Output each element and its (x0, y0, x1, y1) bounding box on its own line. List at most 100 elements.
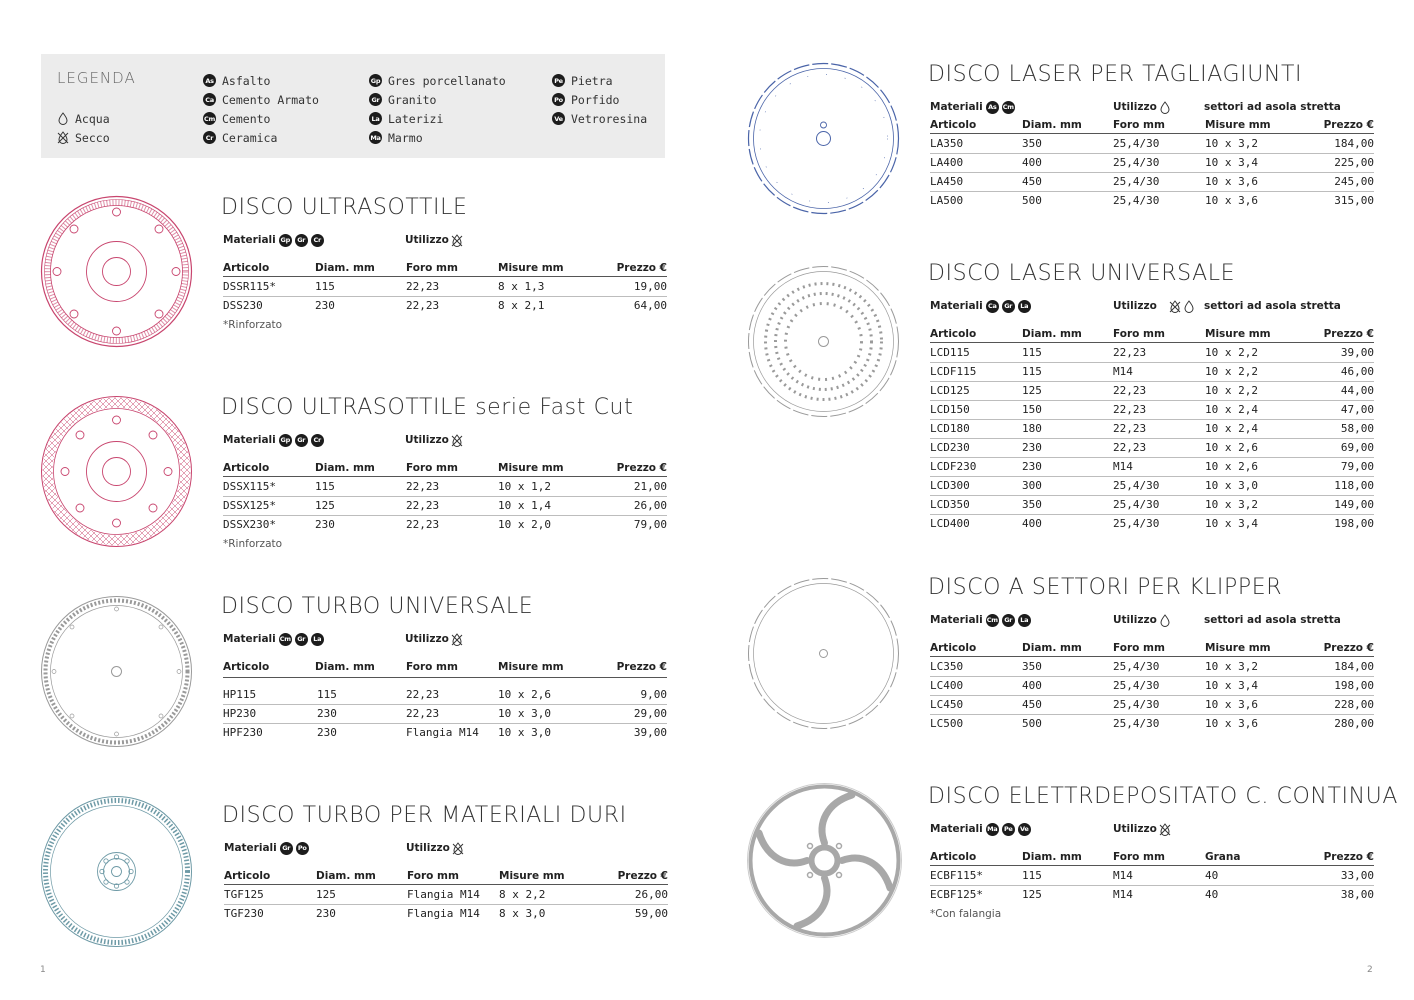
table-header-cell: Diam. mm (1022, 328, 1082, 340)
legend-item-water: Acqua (57, 109, 110, 128)
material-badge-icon: Gr (279, 841, 293, 855)
material-badge-icon: Po (552, 93, 565, 106)
field-label: Utilizzo (1113, 101, 1157, 113)
table-cell: 22,23 (406, 707, 440, 720)
table-header-cell: Foro mm (1113, 642, 1165, 654)
table-cell: LCD400 (930, 517, 970, 530)
table-cell: 22,23 (406, 299, 440, 312)
table-row: LA350 350 25,4/30 10 x 3,2 184,00 (930, 135, 1374, 154)
table-cell: LA350 (930, 137, 964, 150)
disc-elettrodepositato-image (747, 783, 902, 938)
table-cell: 184,00 (1334, 660, 1374, 673)
table-cell: 125 (316, 888, 336, 901)
table-cell: 25,4/30 (1113, 479, 1160, 492)
table-cell: 40 (1205, 869, 1219, 882)
table-cell: 8 x 2,2 (499, 888, 546, 901)
table-header-cell: Foro mm (406, 661, 458, 673)
table-header: Articolo Diam. mm Foro mm Misure mm Prez… (223, 660, 667, 678)
table-header-cell: Articolo (223, 661, 270, 673)
disc-laser-universale-image (748, 266, 899, 417)
table-cell: 230 (317, 707, 337, 720)
table-cell: LA450 (930, 175, 964, 188)
table-header-cell: Misure mm (498, 262, 564, 274)
table-cell: 10 x 2,2 (1205, 365, 1258, 378)
table-row: DSSX115* 115 22,23 10 x 1,2 21,00 (223, 478, 667, 497)
table-cell: 25,4/30 (1113, 679, 1160, 692)
section-title: DISCO ELETTRDEPOSITATO C. CONTINUA (928, 784, 1399, 809)
legend-material-label: Pietra (571, 73, 613, 88)
table-cell: 10 x 3,4 (1205, 517, 1258, 530)
table-row: LCDF230 230 M14 10 x 2,6 79,00 (930, 458, 1374, 477)
table-cell: 350 (1022, 137, 1042, 150)
table-cell: 39,00 (633, 726, 667, 739)
table-header-cell: Foro mm (406, 462, 458, 474)
table-cell: 10 x 3,4 (1205, 156, 1258, 169)
legend-material-label: Cemento Armato (222, 92, 319, 107)
product-section: DISCO ELETTRDEPOSITATO C. CONTINUA Mater… (928, 784, 1397, 924)
material-badge-icon: Gp (278, 233, 292, 247)
water-drop-icon (1159, 100, 1171, 114)
table-cell: 115 (315, 280, 335, 293)
table-cell: LCDF230 (930, 460, 977, 473)
table-cell: DSS230 (223, 299, 263, 312)
table-cell: 25,4/30 (1113, 717, 1160, 730)
materials-line: Materiali Cm Gr La (930, 612, 1031, 628)
legend-material: Gp Gres porcellanato (369, 71, 506, 90)
table-row: LC400 400 25,4/30 10 x 3,4 198,00 (930, 677, 1374, 696)
table-cell: LCD125 (930, 384, 970, 397)
table-cell: 150 (1022, 403, 1042, 416)
table-header-cell: Foro mm (1113, 119, 1165, 131)
table-row: DSSX230* 230 22,23 10 x 2,0 79,00 (223, 516, 667, 535)
table-cell: 115 (1022, 346, 1042, 359)
legend-materials-column-1: As Asfalto Ca Cemento Armato Cm Cemento Cr C… (203, 71, 319, 147)
table-row: TGF230 230 Flangia M14 8 x 3,0 59,00 (224, 905, 668, 924)
table-header-cell: Diam. mm (1022, 119, 1082, 131)
table-cell: 19,00 (633, 280, 667, 293)
dry-crossed-drop-icon (451, 632, 463, 646)
table-row: HPF230 230 Flangia M14 10 x 3,0 39,00 (223, 724, 667, 743)
table-row: DSS230 230 22,23 8 x 2,1 64,00 (223, 297, 667, 316)
table-cell: 10 x 3,4 (1205, 679, 1258, 692)
table-row: LCD300 300 25,4/30 10 x 3,0 118,00 (930, 477, 1374, 496)
table-cell: 22,23 (406, 518, 440, 531)
disc-fast-cut-image (41, 396, 192, 547)
table-cell: 22,23 (1113, 384, 1147, 397)
usage-line: Utilizzo (1113, 298, 1195, 314)
table-cell: 315,00 (1334, 194, 1374, 207)
table-header-cell: Misure mm (1205, 642, 1271, 654)
table-header-cell: Prezzo € (1323, 328, 1374, 340)
legend-material: Pe Pietra (552, 71, 647, 90)
table-cell: 450 (1022, 698, 1042, 711)
table-cell: 22,23 (1113, 346, 1147, 359)
material-badge-icon: Cm (203, 112, 216, 125)
section-title: DISCO ULTRASOTTILE serie Fast Cut (221, 395, 634, 420)
water-drop-icon (1159, 613, 1171, 627)
material-badge-icon: La (1017, 613, 1031, 627)
product-section: DISCO LASER UNIVERSALE Materiali Ca Gr L… (928, 261, 1374, 541)
table-cell: 149,00 (1334, 498, 1374, 511)
water-drop-icon (1183, 299, 1195, 313)
dry-crossed-drop-icon (57, 131, 69, 145)
table-cell: 25,4/30 (1113, 156, 1160, 169)
table-cell: 10 x 3,6 (1205, 175, 1258, 188)
dry-crossed-drop-icon (451, 433, 463, 447)
table-cell: 300 (1022, 479, 1042, 492)
legend-water-label: Acqua (75, 111, 110, 126)
legend-dry-label: Secco (75, 130, 110, 145)
table-header-cell: Diam. mm (1022, 851, 1082, 863)
table-row: LCD400 400 25,4/30 10 x 3,4 198,00 (930, 515, 1374, 534)
table-cell: 58,00 (1340, 422, 1374, 435)
table-header: Articolo Diam. mm Foro mm Misure mm Prez… (930, 641, 1374, 657)
materials-line: Materiali Ca Gr La (930, 298, 1031, 314)
table-cell: 10 x 1,2 (498, 480, 551, 493)
table-cell: 230 (316, 907, 336, 920)
material-badge-icon: Po (295, 841, 309, 855)
table-cell: 25,4/30 (1113, 498, 1160, 511)
field-label: Materiali (223, 633, 276, 645)
table-cell: 10 x 3,0 (1205, 479, 1258, 492)
table-cell: LCD115 (930, 346, 970, 359)
table-cell: 22,23 (406, 480, 440, 493)
material-badge-icon: Cr (203, 131, 216, 144)
table-row: DSSX125* 125 22,23 10 x 1,4 26,00 (223, 497, 667, 516)
table-cell: 10 x 3,0 (498, 726, 551, 739)
